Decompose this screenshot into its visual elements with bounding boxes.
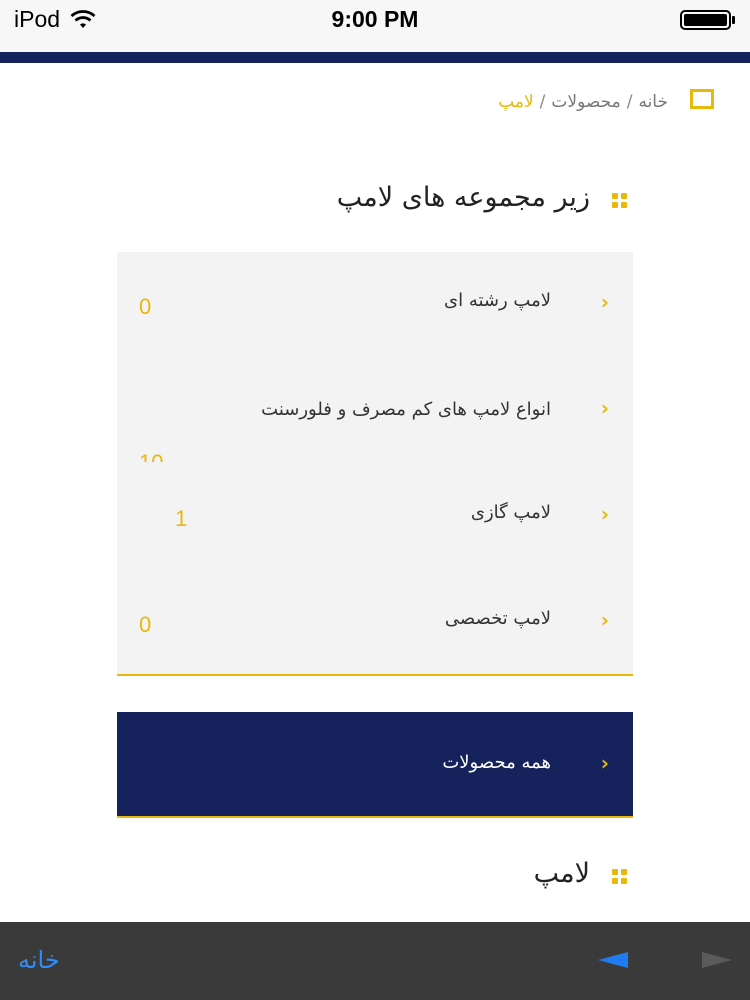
subcategory-item[interactable]: › لامپ رشته ای 0	[117, 252, 633, 358]
status-bar: iPod 9:00 PM	[0, 0, 750, 52]
all-products-button[interactable]: › همه محصولات	[117, 712, 633, 818]
breadcrumb-home[interactable]: خانه	[638, 92, 668, 112]
subcategory-item[interactable]: › انواع لامپ های کم مصرف و فلورسنت 10	[117, 358, 633, 464]
subcategory-count: 10	[139, 452, 163, 462]
toolbar-home-button[interactable]: خانه	[18, 946, 60, 974]
breadcrumb-products[interactable]: محصولات	[551, 92, 620, 112]
chevron-right-icon: ›	[600, 290, 609, 314]
all-products-label: همه محصولات	[442, 752, 551, 773]
breadcrumb: خانه/محصولات/لامپ	[498, 92, 668, 112]
chevron-right-icon: ›	[600, 396, 609, 420]
subcategory-count: 0	[139, 612, 152, 637]
bottom-toolbar: خانه	[0, 922, 750, 1000]
back-arrow-icon[interactable]	[598, 952, 628, 968]
breadcrumb-current: لامپ	[498, 92, 534, 112]
subcategory-count: 0	[139, 294, 152, 319]
subcategory-label: لامپ تخصصی	[444, 608, 551, 629]
subcategory-item[interactable]: › لامپ گازی 1	[117, 464, 633, 570]
square-icon	[690, 89, 714, 109]
subcategory-label: لامپ رشته ای	[444, 290, 551, 311]
grid-dots-icon	[612, 869, 628, 885]
header-band	[0, 52, 750, 63]
subcategory-list: › لامپ رشته ای 0 › انواع لامپ های کم مصر…	[117, 252, 633, 676]
chevron-right-icon: ›	[600, 502, 609, 526]
subcategory-label: لامپ گازی	[470, 502, 551, 523]
grid-dots-icon	[612, 193, 628, 209]
subcategories-title: زیر مجموعه های لامپ	[336, 182, 590, 213]
breadcrumb-separator: /	[539, 92, 546, 112]
breadcrumb-separator: /	[626, 92, 633, 112]
subcategory-label: انواع لامپ های کم مصرف و فلورسنت	[261, 399, 551, 420]
battery-icon	[680, 10, 735, 30]
subcategory-count-clip: 10	[139, 452, 179, 462]
forward-arrow-icon[interactable]	[702, 952, 732, 968]
status-time: 9:00 PM	[331, 6, 419, 32]
chevron-right-icon: ›	[600, 751, 609, 775]
section-title: لامپ	[533, 858, 590, 889]
subcategory-item[interactable]: › لامپ تخصصی 0	[117, 570, 633, 676]
chevron-right-icon: ›	[600, 608, 609, 632]
subcategory-count: 1	[175, 506, 188, 531]
